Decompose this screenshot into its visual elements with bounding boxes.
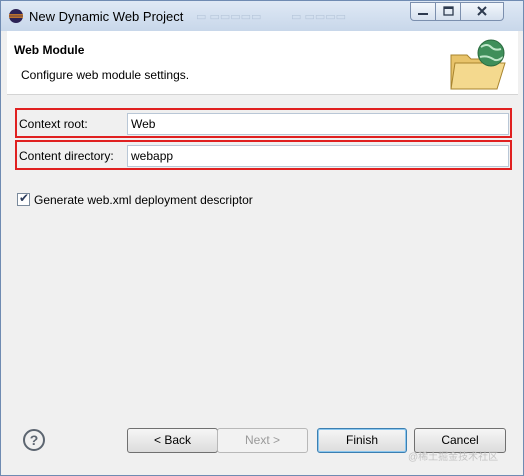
content-directory-label: Content directory:: [19, 149, 114, 163]
wizard-content: Context root: Web Content directory: web…: [7, 96, 518, 406]
back-button[interactable]: < Back: [127, 428, 218, 453]
eclipse-icon: [9, 9, 23, 23]
close-button[interactable]: [460, 2, 504, 21]
close-icon: [477, 6, 487, 16]
minimize-icon: [418, 13, 428, 15]
checkmark-icon: ✔: [19, 191, 30, 205]
help-icon[interactable]: ?: [23, 429, 45, 451]
background-ghost-text: ▭ ▭▭▭▭: [291, 11, 347, 23]
background-ghost-text: ▭ ▭▭▭▭▭: [196, 11, 262, 23]
content-directory-row: Content directory: webapp: [15, 140, 512, 170]
content-directory-input[interactable]: webapp: [127, 145, 509, 167]
window-title: New Dynamic Web Project: [29, 9, 184, 24]
generate-webxml-checkbox[interactable]: ✔: [17, 191, 30, 206]
next-button[interactable]: Next >: [217, 428, 308, 453]
context-root-row: Context root: Web: [15, 108, 512, 138]
page-title: Web Module: [14, 43, 85, 57]
finish-button[interactable]: Finish: [317, 428, 407, 453]
restore-icon: [443, 6, 454, 16]
context-root-input[interactable]: Web: [127, 113, 509, 135]
context-root-label: Context root:: [19, 117, 88, 131]
wizard-window: New Dynamic Web Project ▭ ▭▭▭▭▭ ▭ ▭▭▭▭ W…: [0, 0, 524, 476]
generate-webxml-label[interactable]: Generate web.xml deployment descriptor: [34, 193, 253, 207]
watermark: @稀土掘金技术社区: [408, 452, 499, 463]
title-bar[interactable]: New Dynamic Web Project ▭ ▭▭▭▭▭ ▭ ▭▭▭▭: [1, 1, 523, 31]
page-description: Configure web module settings.: [21, 68, 190, 82]
web-folder-globe-icon: [450, 39, 506, 90]
wizard-banner: Web Module Configure web module settings…: [7, 31, 518, 95]
minimize-button[interactable]: [410, 2, 436, 21]
maximize-button[interactable]: [435, 2, 461, 21]
